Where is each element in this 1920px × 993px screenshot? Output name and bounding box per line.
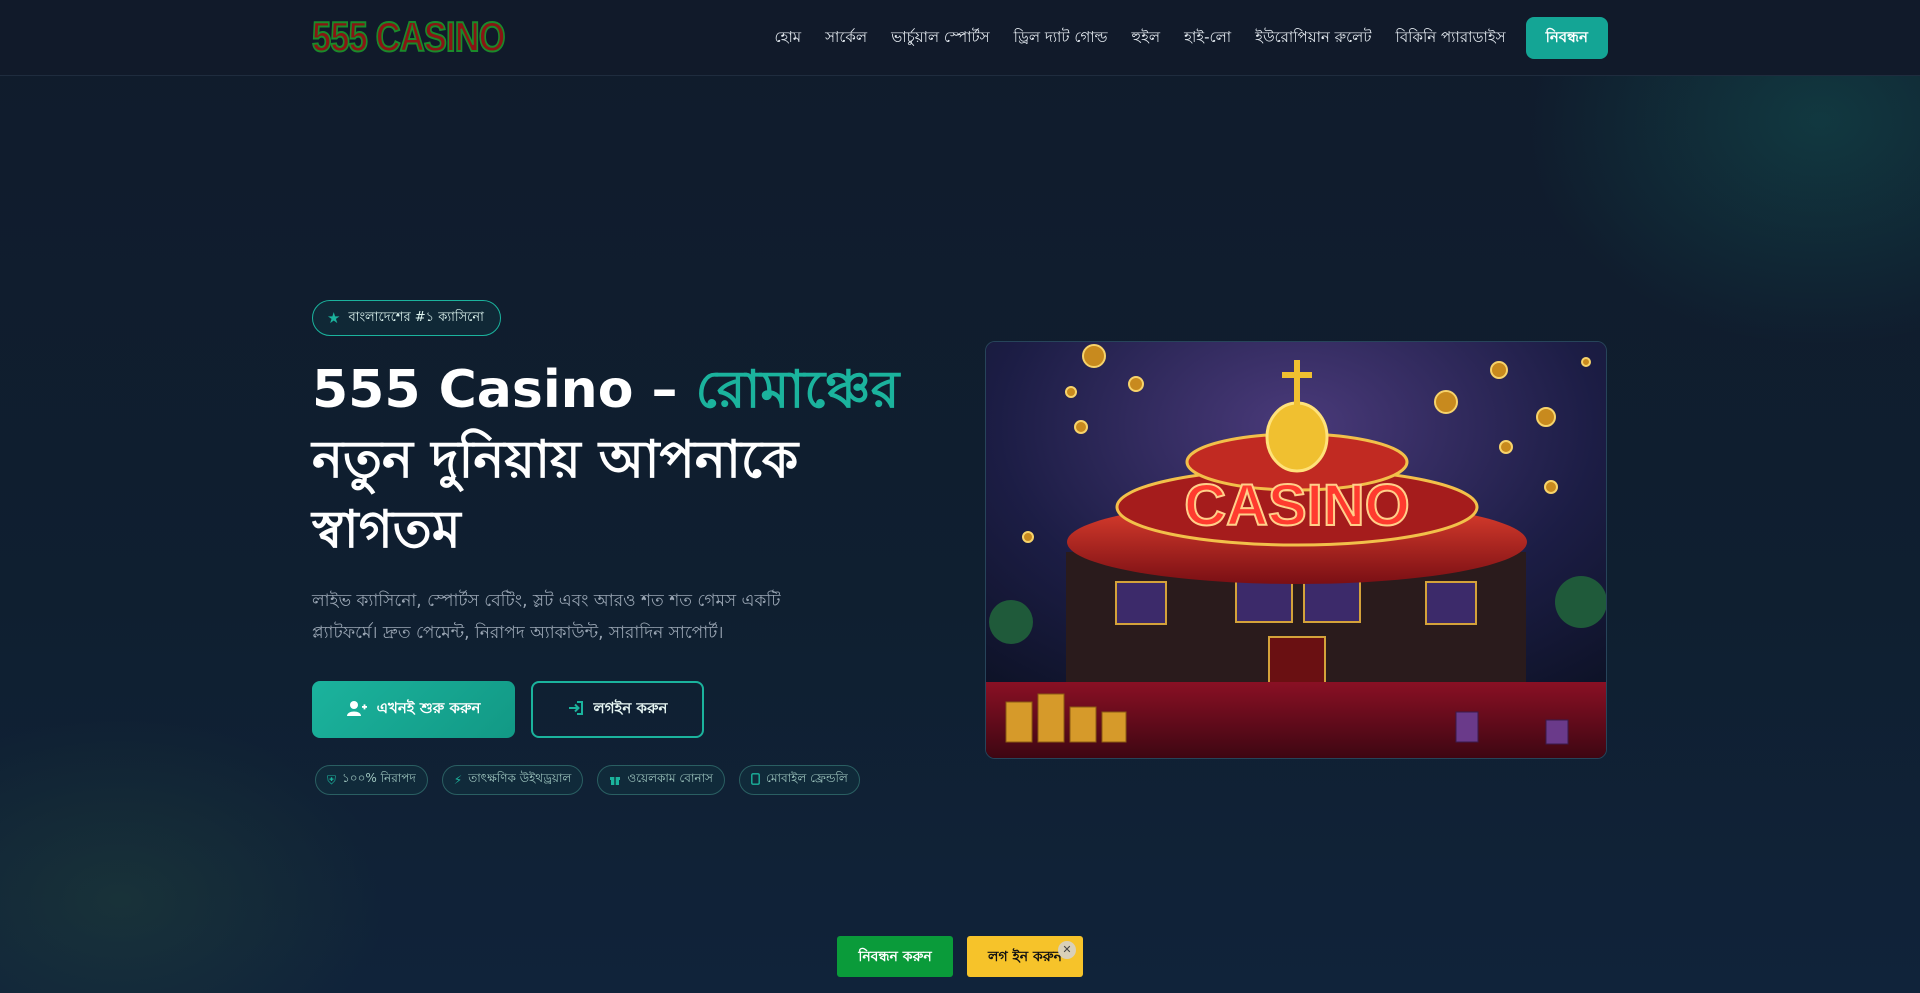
casino-sign-text: CASINO — [1184, 473, 1410, 538]
badge-text: বাংলাদেশের #১ ক্যাসিনো — [348, 309, 484, 325]
close-icon[interactable]: ✕ — [1058, 941, 1076, 959]
star-icon: ★ — [327, 309, 341, 327]
nav-item-european-roulette[interactable]: ইউরোপিয়ান রুলেট — [1255, 26, 1371, 51]
feature-label: তাৎক্ষণিক উইথড্রয়াল — [468, 771, 572, 785]
nav-item-circle[interactable]: সার্কেল — [825, 26, 867, 51]
feature-label: ১০০% নিরাপদ — [342, 771, 416, 785]
feature-label: ওয়েলকাম বোনাস — [627, 771, 713, 785]
nav-item-wheel[interactable]: হুইল — [1132, 26, 1161, 51]
feature-list: ⛨ ১০০% নিরাপদ ⚡ তাৎক্ষণিক উইথড্রয়াল ওয়… — [315, 765, 874, 795]
nav-item-home[interactable]: হোম — [774, 26, 801, 51]
casino-hero-image: CASINO — [985, 341, 1607, 759]
feature-welcome-bonus: ওয়েলকাম বোনাস — [597, 765, 725, 795]
feature-mobile-friendly: মোবাইল ফ্রেন্ডলি — [739, 765, 860, 795]
feature-instant-withdrawal: ⚡ তাৎক্ষণিক উইথড্রয়াল — [441, 765, 584, 795]
feature-secure: ⛨ ১০০% নিরাপদ — [315, 765, 428, 795]
site-logo[interactable]: 555 CASINO — [311, 13, 506, 61]
sign-in-icon — [568, 700, 584, 720]
feature-label: মোবাইল ফ্রেন্ডলি — [766, 771, 848, 785]
title-accent: রোমাঞ্চের — [695, 360, 900, 420]
hero-badge: ★ বাংলাদেশের #১ ক্যাসিনো — [312, 300, 501, 336]
register-button[interactable]: নিবন্ধন — [1525, 17, 1608, 59]
nav-item-drill-that-gold[interactable]: ড্রিল দ্যাট গোল্ড — [1014, 26, 1108, 51]
hero-title: 555 Casino – রোমাঞ্চের নতুন দুনিয়ায় আপ… — [312, 355, 932, 565]
title-main: 555 Casino – — [312, 360, 696, 420]
hero-subtitle: লাইভ ক্যাসিনো, স্পোর্টস বেটিং, স্লট এবং … — [312, 591, 781, 643]
nav-item-hi-lo[interactable]: হাই-লো — [1184, 26, 1231, 51]
start-now-button[interactable]: এখনই শুরু করুন — [312, 681, 515, 738]
page-background — [0, 0, 1920, 993]
mobile-icon — [751, 772, 760, 788]
main-nav: হোম সার্কেল ভার্চুয়াল স্পোর্টস ড্রিল দ্… — [750, 0, 1608, 76]
shield-icon: ⛨ — [327, 772, 337, 787]
start-now-label: এখনই শুরু করুন — [376, 699, 481, 717]
nav-item-virtual-sports[interactable]: ভার্চুয়াল স্পোর্টস — [891, 26, 989, 51]
login-button[interactable]: লগইন করুন — [531, 681, 704, 738]
bolt-icon: ⚡ — [453, 773, 463, 787]
user-plus-icon — [346, 700, 367, 720]
floating-register-button[interactable]: নিবন্ধন করুন — [837, 936, 953, 977]
title-rest: নতুন দুনিয়ায় আপনাকে স্বাগতম — [312, 430, 799, 560]
login-label: লগইন করুন — [593, 699, 668, 717]
site-header: 555 CASINO হোম সার্কেল ভার্চুয়াল স্পোর্… — [0, 0, 1920, 76]
nav-item-bikini-paradise[interactable]: বিকিনি প্যারাডাইস — [1396, 26, 1506, 51]
gift-icon — [609, 773, 621, 788]
